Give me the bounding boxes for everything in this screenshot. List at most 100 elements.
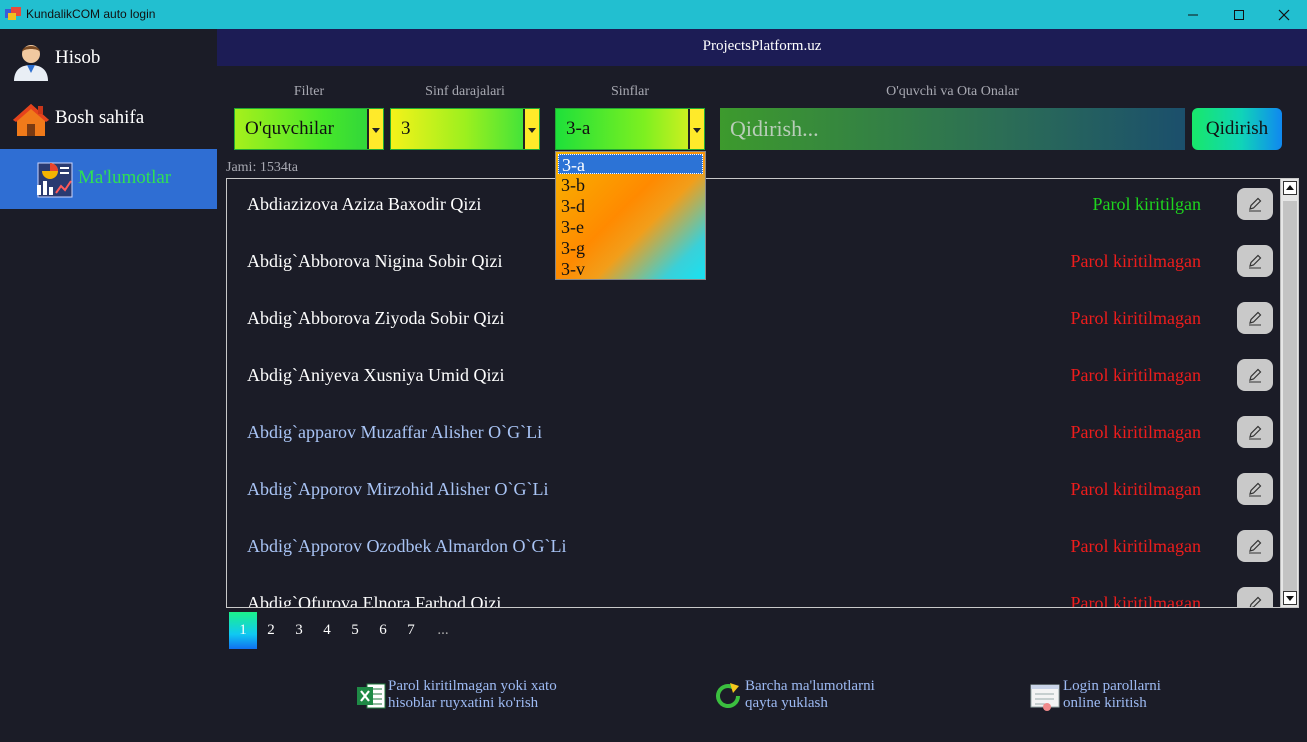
edit-button[interactable] <box>1237 359 1273 391</box>
class-dropdown: 3-a 3-b 3-d 3-e 3-g 3-v <box>555 151 706 280</box>
chevron-down-icon[interactable] <box>523 109 539 149</box>
list-item: Abdiazizova Aziza Baxodir Qizi Parol kir… <box>227 179 1281 236</box>
filter-select[interactable]: O'quvchilar <box>234 108 384 150</box>
action-label: Parol kiritilmagan yoki xato hisoblar ru… <box>388 678 557 711</box>
scroll-down-icon[interactable] <box>1283 591 1297 605</box>
list-item: Abdig`Apporov Mirzohid Alisher O`G`Li Pa… <box>227 464 1281 521</box>
pencil-icon <box>1249 596 1262 607</box>
title-bar: KundalikCOM auto login <box>0 0 1307 29</box>
page-3[interactable]: 3 <box>285 612 313 649</box>
filter-select-value: O'quvchilar <box>245 118 334 139</box>
list-item: Abdig`Aniyeva Xusniya Umid Qizi Parol ki… <box>227 350 1281 407</box>
grade-select-value: 3 <box>401 118 411 139</box>
close-icon <box>1278 9 1290 20</box>
list-item: Abdig`Ofurova Elnora Farhod Qizi Parol k… <box>227 578 1281 608</box>
dropdown-option[interactable]: 3-d <box>558 196 703 216</box>
page-6[interactable]: 6 <box>369 612 397 649</box>
sidebar-item-malumotlar[interactable]: Ma'lumotlar <box>0 149 217 209</box>
student-name: Abdig`Apporov Mirzohid Alisher O`G`Li <box>247 479 549 499</box>
page-2[interactable]: 2 <box>257 612 285 649</box>
sidebar-item-bosh-sahifa[interactable]: Bosh sahifa <box>0 89 217 149</box>
edit-button[interactable] <box>1237 530 1273 562</box>
page-more[interactable]: ... <box>429 612 457 649</box>
student-name: Abdig`Abborova Nigina Sobir Qizi <box>247 251 503 271</box>
page-5[interactable]: 5 <box>341 612 369 649</box>
sidebar-item-label: Bosh sahifa <box>55 107 145 128</box>
close-button[interactable] <box>1261 0 1307 29</box>
total-count: Jami: 1534ta <box>226 160 298 175</box>
dropdown-option[interactable]: 3-e <box>558 217 703 237</box>
password-status: Parol kiritilgan <box>1092 194 1201 214</box>
site-title: ProjectsPlatform.uz <box>702 38 822 54</box>
edit-button[interactable] <box>1237 416 1273 448</box>
password-status: Parol kiritilmagan <box>1070 536 1201 556</box>
search-button[interactable]: Qidirish <box>1192 108 1282 150</box>
excel-icon <box>357 683 386 709</box>
sidebar-item-label: Ma'lumotlar <box>78 167 172 188</box>
pencil-icon <box>1249 425 1262 440</box>
action-label: Barcha ma'lumotlarni qayta yuklash <box>745 678 875 711</box>
dropdown-option[interactable]: 3-v <box>558 259 703 279</box>
chevron-down-icon[interactable] <box>688 109 704 149</box>
chevron-down-icon[interactable] <box>367 109 383 149</box>
password-status: Parol kiritilmagan <box>1070 593 1201 608</box>
dropdown-option[interactable]: 3-b <box>558 175 703 195</box>
password-status: Parol kiritilmagan <box>1070 422 1201 442</box>
dropdown-option[interactable]: 3-g <box>558 238 703 258</box>
class-select-value: 3-a <box>566 118 591 139</box>
filter-label: Filter <box>293 84 325 99</box>
app-icon <box>5 7 21 20</box>
pencil-icon <box>1249 482 1262 497</box>
student-name: Abdiazizova Aziza Baxodir Qizi <box>247 194 482 214</box>
refresh-icon <box>716 683 740 708</box>
scroll-up-icon[interactable] <box>1283 181 1297 195</box>
action-label: Login parollarni online kiritish <box>1063 678 1161 711</box>
page-7[interactable]: 7 <box>397 612 425 649</box>
minimize-icon <box>1188 14 1198 15</box>
scrollbar-thumb[interactable] <box>1283 201 1297 591</box>
student-name: Abdig`Apporov Ozodbek Almardon O`G`Li <box>247 536 567 556</box>
header-bar: ProjectsPlatform.uz <box>217 29 1307 66</box>
edit-button[interactable] <box>1237 302 1273 334</box>
maximize-button[interactable] <box>1216 0 1262 29</box>
search-input[interactable] <box>720 108 1185 150</box>
maximize-icon <box>1234 9 1244 20</box>
edit-button[interactable] <box>1237 245 1273 277</box>
password-status: Parol kiritilmagan <box>1070 251 1201 271</box>
window-title: KundalikCOM auto login <box>26 7 156 21</box>
list-item: Abdig`Abborova Ziyoda Sobir Qizi Parol k… <box>227 293 1281 350</box>
edit-button[interactable] <box>1237 188 1273 220</box>
chart-icon <box>37 162 73 198</box>
student-list: Abdiazizova Aziza Baxodir Qizi Parol kir… <box>226 178 1299 608</box>
edit-button[interactable] <box>1237 587 1273 607</box>
pencil-icon <box>1249 368 1262 383</box>
sidebar-item-hisob[interactable]: Hisob <box>0 29 217 89</box>
home-icon <box>13 104 49 136</box>
password-status: Parol kiritilmagan <box>1070 308 1201 328</box>
search-box <box>720 108 1185 150</box>
student-name: Abdig`Abborova Ziyoda Sobir Qizi <box>247 308 505 328</box>
list-item: Abdig`Abborova Nigina Sobir Qizi Parol k… <box>227 236 1281 293</box>
dropdown-option[interactable]: 3-a <box>558 154 703 175</box>
online-login-entry-button[interactable]: Login parollarni online kiritish <box>1030 676 1200 714</box>
edit-button[interactable] <box>1237 473 1273 505</box>
form-icon <box>1030 684 1060 711</box>
password-status: Parol kiritilmagan <box>1070 479 1201 499</box>
list-scrollbar[interactable] <box>1280 179 1298 607</box>
student-name: Abdig`Ofurova Elnora Farhod Qizi <box>247 593 502 608</box>
page-1[interactable]: 1 <box>229 612 257 649</box>
minimize-button[interactable] <box>1170 0 1216 29</box>
pencil-icon <box>1249 311 1262 326</box>
sidebar: Hisob Bosh sahifa Ma'lumotlar <box>0 29 217 742</box>
export-missing-passwords-button[interactable]: Parol kiritilmagan yoki xato hisoblar ru… <box>355 676 615 714</box>
student-name: Abdig`apparov Muzaffar Alisher O`G`Li <box>247 422 543 442</box>
pencil-icon <box>1249 197 1262 212</box>
pencil-icon <box>1249 539 1262 554</box>
class-select[interactable]: 3-a <box>555 108 705 150</box>
class-label: Sinflar <box>610 84 650 99</box>
reload-data-button[interactable]: Barcha ma'lumotlarni qayta yuklash <box>712 676 912 714</box>
grade-select[interactable]: 3 <box>390 108 540 150</box>
sidebar-item-label: Hisob <box>55 47 101 68</box>
page-4[interactable]: 4 <box>313 612 341 649</box>
list-item: Abdig`apparov Muzaffar Alisher O`G`Li Pa… <box>227 407 1281 464</box>
